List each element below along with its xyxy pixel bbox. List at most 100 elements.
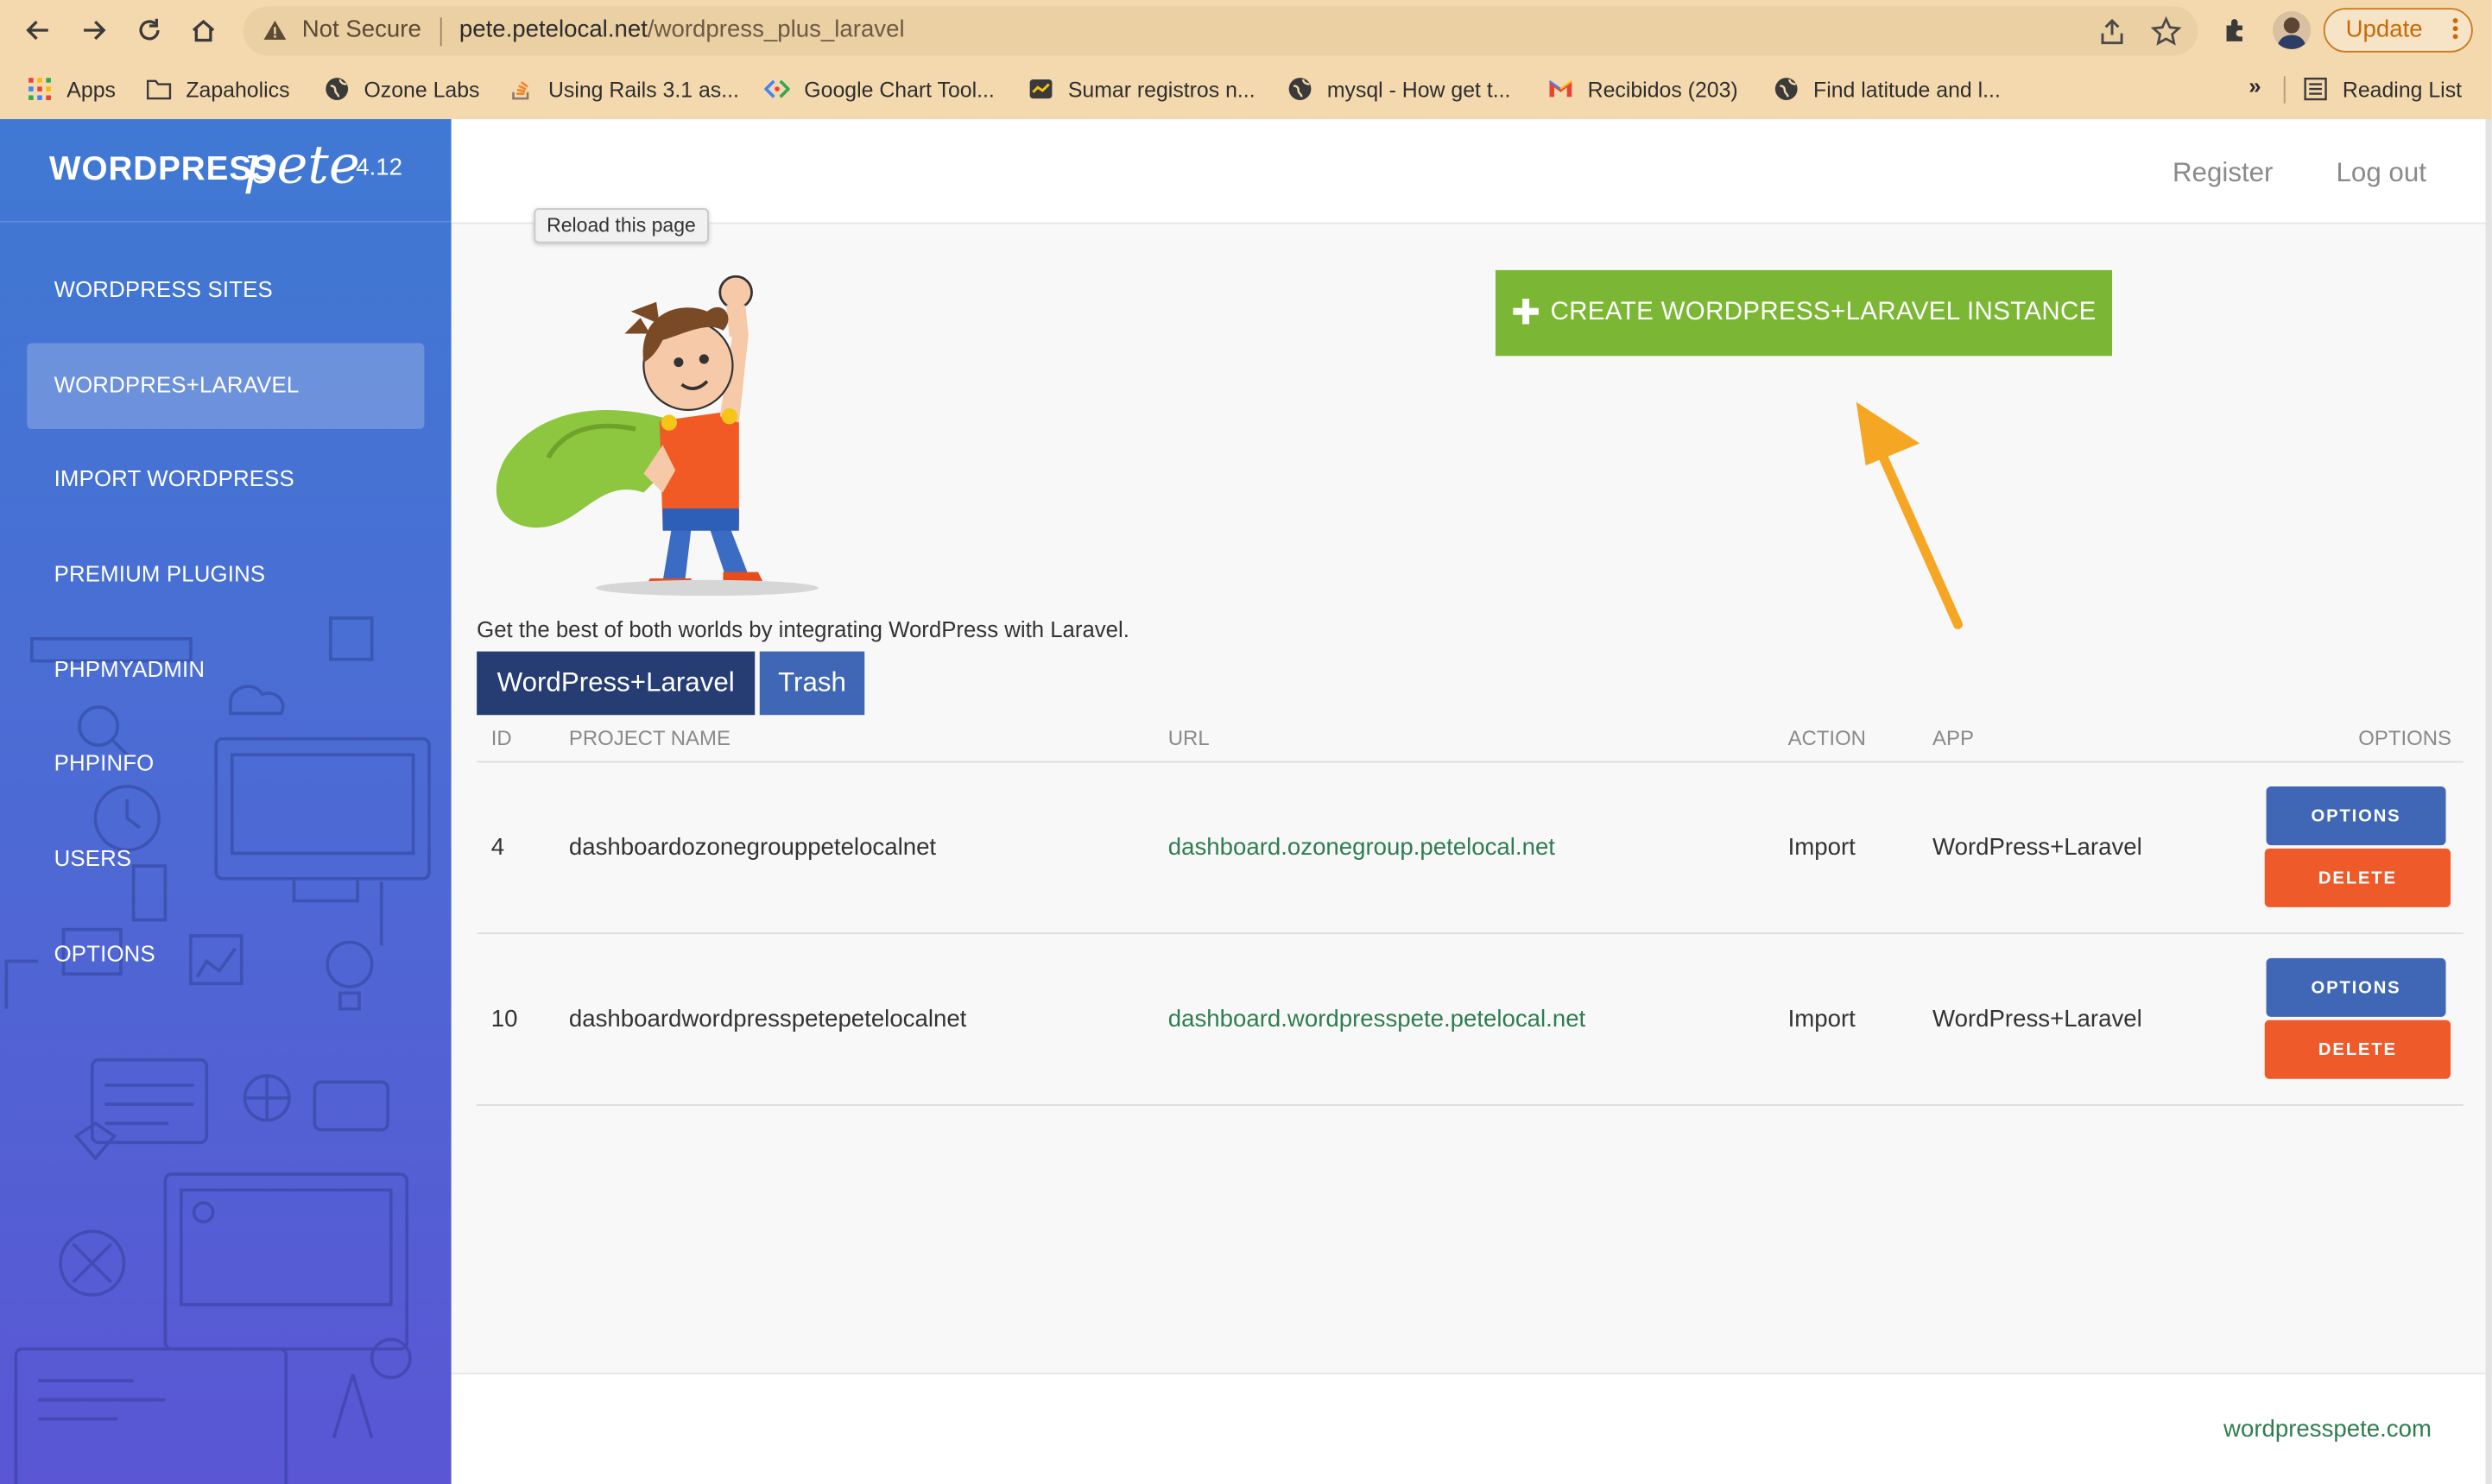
- options-button[interactable]: OPTIONS: [2266, 957, 2446, 1017]
- annotation-arrow-icon: [1856, 401, 1964, 629]
- bookmark-star-icon[interactable]: [2150, 16, 2182, 47]
- sidebar-item-label: USERS: [54, 845, 132, 871]
- globe-icon: [1774, 78, 1798, 100]
- person-icon: [2277, 17, 2306, 50]
- address-divider: [440, 17, 442, 47]
- bookmark-label: mysql - How get t...: [1326, 77, 1511, 101]
- options-button[interactable]: OPTIONS: [2266, 786, 2446, 846]
- plus-icon: ✚: [1511, 292, 1541, 332]
- sidebar-item-phpinfo[interactable]: PHPINFO: [27, 722, 424, 807]
- cell-app: WordPress+Laravel: [1932, 1006, 2142, 1033]
- sidebar-item-label: WORDPRES+LARAVEL: [54, 371, 300, 398]
- bookmark-zapaholics[interactable]: Zapaholics: [146, 73, 290, 105]
- cell-action: Import: [1787, 1006, 1856, 1033]
- column-header-id: ID: [490, 726, 512, 750]
- bookmark-label: Using Rails 3.1 as...: [547, 77, 739, 101]
- brand-logo[interactable]: WORDPRESS pete 4.12: [0, 119, 452, 223]
- brand-script: pete: [243, 133, 360, 196]
- create-instance-button[interactable]: ✚ CREATE WORDPRESS+LARAVEL INSTANCE: [1495, 269, 2113, 357]
- bookmark-label: Find latitude and l...: [1813, 77, 2001, 101]
- home-icon: [192, 19, 215, 42]
- bookmark-apps[interactable]: Apps: [27, 73, 116, 105]
- create-instance-label: CREATE WORDPRESS+LARAVEL INSTANCE: [1550, 299, 2097, 326]
- cell-url-link[interactable]: dashboard.ozonegroup.petelocal.net: [1168, 834, 1555, 861]
- reload-icon: [139, 18, 160, 41]
- share-icon[interactable]: [2097, 16, 2128, 47]
- tab-wordpress-laravel[interactable]: WordPress+Laravel: [477, 651, 756, 716]
- site-favicon-icon: [1029, 79, 1053, 99]
- home-button[interactable]: [184, 11, 222, 49]
- top-navbar: Register Log out: [451, 119, 2492, 224]
- sidebar-item-label: PREMIUM PLUGINS: [54, 560, 266, 587]
- delete-button[interactable]: DELETE: [2264, 848, 2451, 907]
- bookmark-google-chart[interactable]: Google Chart Tool...: [764, 73, 995, 105]
- cell-app: WordPress+Laravel: [1932, 834, 2142, 862]
- bookmarks-overflow-button[interactable]: »: [2248, 73, 2261, 98]
- register-link[interactable]: Register: [2173, 157, 2274, 189]
- bookmark-label: Apps: [66, 77, 116, 101]
- bookmark-label: Recibidos (203): [1587, 77, 1738, 101]
- apps-grid-icon: [28, 78, 51, 100]
- sidebar-item-options[interactable]: OPTIONS: [27, 912, 424, 997]
- cell-url-link[interactable]: dashboard.wordpresspete.petelocal.net: [1168, 1006, 1585, 1032]
- reload-button[interactable]: [130, 11, 168, 49]
- column-header-action: ACTION: [1787, 726, 1866, 750]
- sidebar-item-wordpress-laravel[interactable]: WORDPRES+LARAVEL: [27, 343, 425, 429]
- cell-action: Import: [1787, 834, 1856, 862]
- brand-wordmark: WORDPRESS: [49, 150, 275, 188]
- reading-list-button[interactable]: Reading List: [2303, 73, 2462, 105]
- reload-tooltip: Reload this page: [534, 208, 709, 243]
- app-version: 4.12: [356, 154, 403, 181]
- back-button[interactable]: [19, 11, 57, 49]
- bookmark-sumar[interactable]: Sumar registros n...: [1028, 73, 1255, 105]
- delete-button[interactable]: DELETE: [2264, 1020, 2451, 1079]
- bookmark-label: Ozone Labs: [364, 77, 480, 101]
- column-header-options: OPTIONS: [2358, 726, 2451, 750]
- sidebar-item-import-wordpress[interactable]: IMPORT WORDPRESS: [27, 437, 424, 522]
- sidebar-item-label: IMPORT WORDPRESS: [54, 465, 294, 491]
- page-footer: wordpresspete.com: [451, 1373, 2492, 1484]
- profile-avatar[interactable]: [2272, 10, 2312, 50]
- url-host: pete.petelocal.net: [459, 16, 648, 43]
- bookmark-label: Zapaholics: [186, 77, 290, 101]
- tab-trash[interactable]: Trash: [759, 651, 865, 716]
- window-edge: [2485, 119, 2492, 1484]
- bookmark-label: Google Chart Tool...: [804, 77, 995, 101]
- url-path: /wordpress_plus_laravel: [647, 16, 905, 43]
- sidebar-item-premium-plugins[interactable]: PREMIUM PLUGINS: [27, 533, 424, 618]
- reading-list-label: Reading List: [2342, 77, 2463, 101]
- column-header-app: APP: [1932, 726, 1974, 750]
- sidebar-item-phpmyadmin[interactable]: PHPMYADMIN: [27, 628, 424, 713]
- bookmark-ozone-labs[interactable]: Ozone Labs: [324, 73, 479, 105]
- update-label: Update: [2345, 16, 2423, 43]
- sidebar-item-users[interactable]: USERS: [27, 817, 424, 902]
- cell-id: 10: [490, 1006, 518, 1033]
- stack-overflow-icon: [512, 80, 529, 100]
- cell-project-name: dashboardozonegrouppetelocalnet: [568, 834, 937, 862]
- cell-id: 4: [490, 834, 505, 862]
- bookmark-label: Sumar registros n...: [1067, 77, 1255, 101]
- sidebar-item-wordpress-sites[interactable]: WORDPRESS SITES: [27, 248, 424, 333]
- warning-icon: [263, 20, 287, 41]
- column-header-project-name: PROJECT NAME: [568, 726, 731, 750]
- browser-chrome: Not Secure pete.petelocal.net/wordpress_…: [0, 0, 2492, 121]
- bookmark-find-latitude[interactable]: Find latitude and l...: [1774, 73, 2001, 105]
- footer-site-link[interactable]: wordpresspete.com: [2223, 1416, 2432, 1443]
- reading-list-icon: [2304, 77, 2327, 101]
- sidebar-item-label: PHPMYADMIN: [54, 656, 206, 682]
- sidebar-item-label: OPTIONS: [54, 940, 155, 967]
- cell-project-name: dashboardwordpresspetepetelocalnet: [568, 1006, 967, 1033]
- sidebar-item-label: WORDPRESS SITES: [54, 276, 273, 302]
- bookmark-rails[interactable]: Using Rails 3.1 as...: [509, 73, 739, 105]
- forward-button[interactable]: [75, 11, 113, 49]
- table-row: 4 dashboardozonegrouppetelocalnet dashbo…: [477, 762, 2464, 935]
- not-secure-label: Not Secure: [301, 16, 421, 43]
- bookmark-mysql[interactable]: mysql - How get t...: [1287, 73, 1511, 105]
- extensions-puzzle-icon[interactable]: [2220, 15, 2252, 47]
- address-bar[interactable]: Not Secure pete.petelocal.net/wordpress_…: [243, 6, 2198, 56]
- update-button[interactable]: Update: [2323, 8, 2473, 53]
- logout-link[interactable]: Log out: [2337, 157, 2426, 189]
- sidebar-item-label: PHPINFO: [54, 749, 155, 776]
- bookmark-gmail[interactable]: Recibidos (203): [1548, 73, 1738, 105]
- sidebar: WORDPRESS pete 4.12 WORDPRESS SITES WORD…: [0, 119, 452, 1484]
